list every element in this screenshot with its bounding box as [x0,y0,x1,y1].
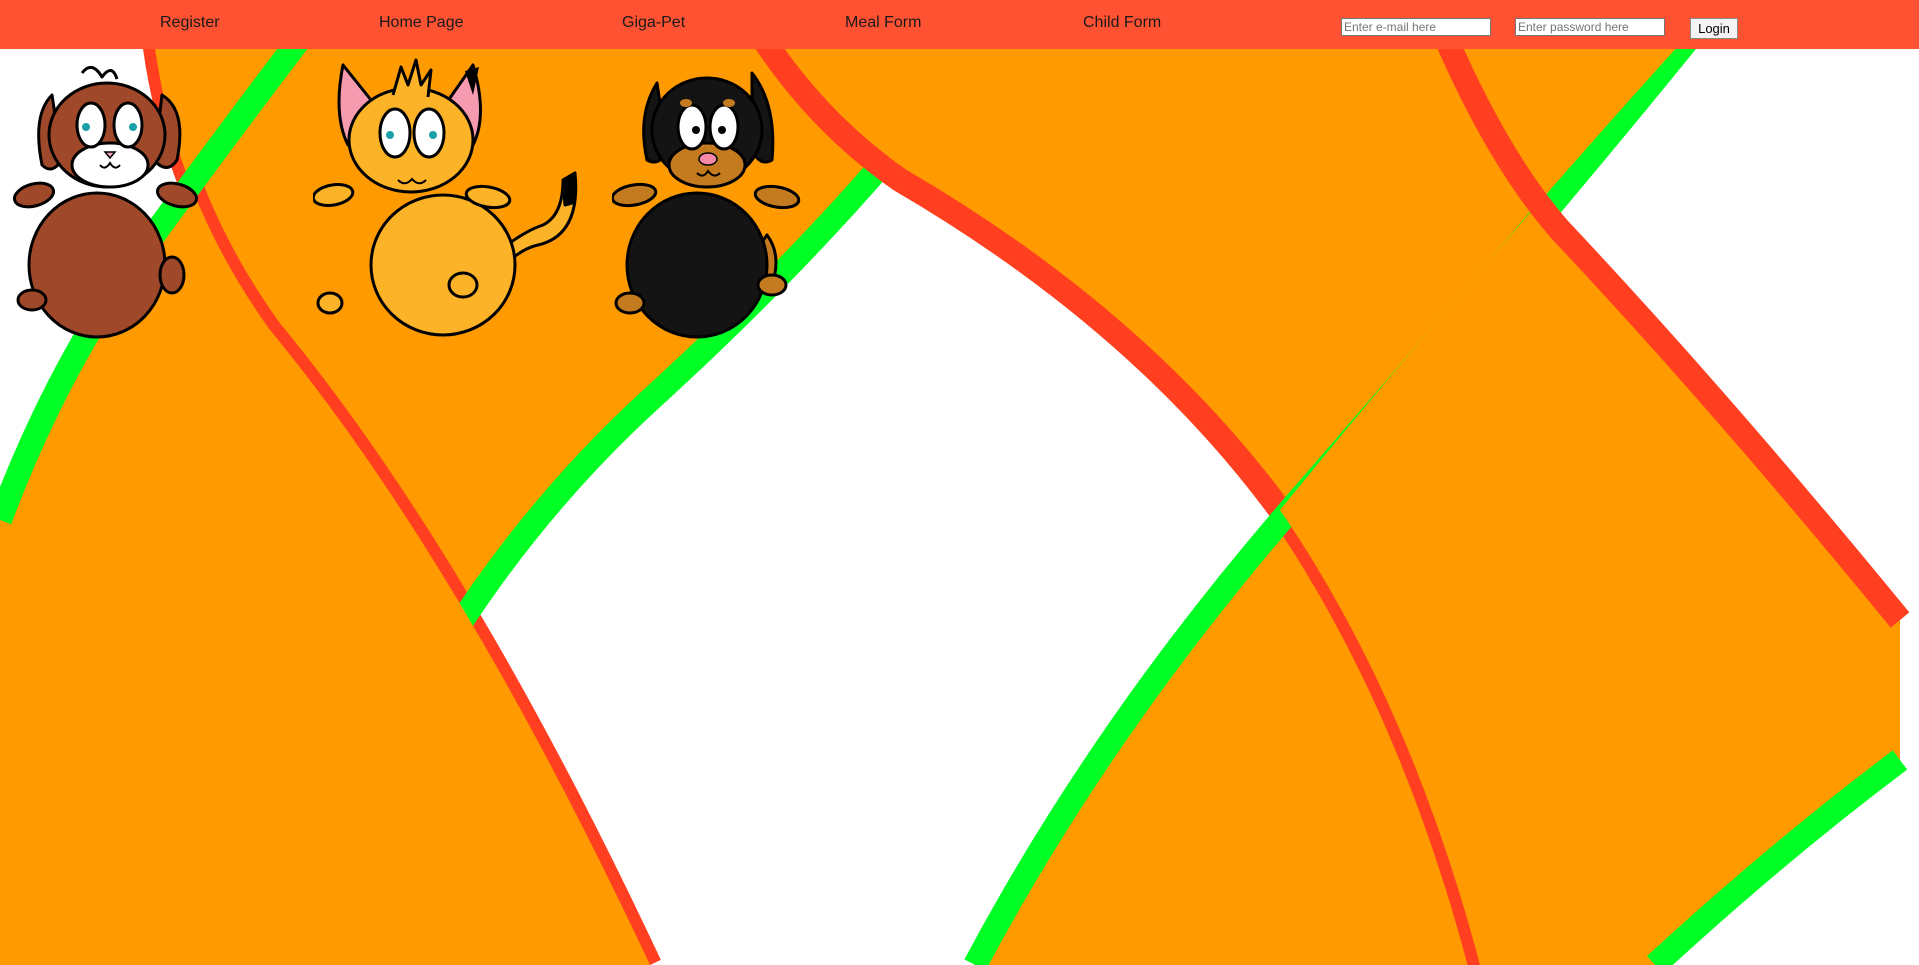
brown-dog-pet-image[interactable] [12,55,202,345]
nav-giga-pet-link[interactable]: Giga-Pet [622,14,685,32]
login-button[interactable]: Login [1690,18,1738,39]
nav-child-form-link[interactable]: Child Form [1083,14,1161,32]
password-input[interactable] [1515,18,1665,36]
nav-register-link[interactable]: Register [160,14,220,32]
black-dog-pet-image[interactable] [612,55,802,345]
background-waves [0,0,1910,965]
top-navbar: Register Home Page Giga-Pet Meal Form Ch… [0,0,1919,49]
orange-cat-pet-image[interactable] [313,55,578,345]
nav-home-page-link[interactable]: Home Page [379,14,464,32]
email-input[interactable] [1341,18,1491,36]
nav-meal-form-link[interactable]: Meal Form [845,14,921,32]
